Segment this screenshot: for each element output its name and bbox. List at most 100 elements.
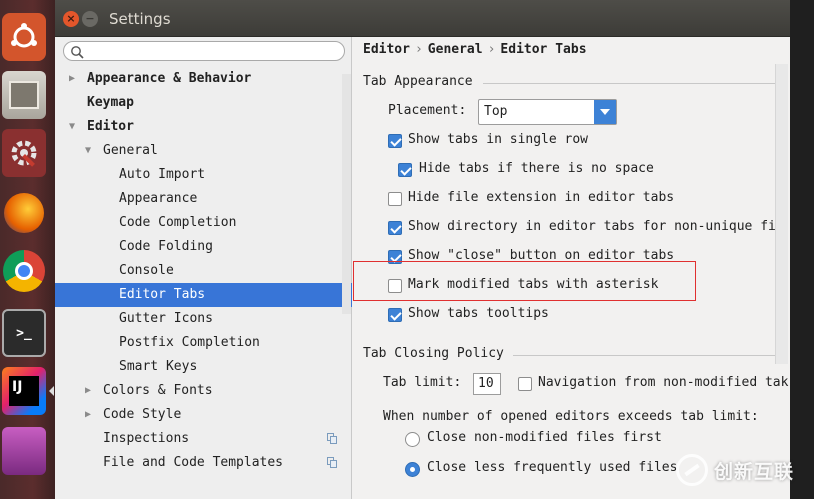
close-less-frequent-label[interactable]: Close less frequently used files (427, 460, 677, 475)
close-non-modified-label[interactable]: Close non-modified files first (427, 430, 662, 445)
tree-item-gutter-icons[interactable]: Gutter Icons (55, 307, 352, 331)
tree-item-smart-keys[interactable]: Smart Keys (55, 355, 352, 379)
tree-item-label: Inspections (103, 431, 190, 446)
expand-arrow-icon[interactable]: ▶ (69, 67, 75, 91)
search-icon (71, 46, 84, 59)
tree-item-colors-fonts[interactable]: ▶ Colors & Fonts (55, 379, 352, 403)
tree-item-code-style[interactable]: ▶ Code Style (55, 403, 352, 427)
tree-item-code-folding[interactable]: Code Folding (55, 235, 352, 259)
breadcrumb-separator: › (414, 42, 423, 57)
chevron-down-icon[interactable] (594, 100, 616, 124)
tree-item-general[interactable]: ▼ General (55, 139, 352, 163)
project-copy-icon (327, 457, 337, 468)
tab-limit-label: Tab limit: (383, 375, 462, 390)
watermark: 创新互联 (676, 452, 812, 488)
tree-item-label: Postfix Completion (119, 335, 260, 350)
hide-tabs-checkbox[interactable] (398, 163, 412, 177)
tooltips-checkbox[interactable] (388, 308, 402, 322)
tree-item-auto-import[interactable]: Auto Import (55, 163, 352, 187)
project-copy-icon (327, 433, 337, 444)
close-button[interactable]: × (63, 11, 79, 27)
system-settings-icon[interactable] (0, 126, 48, 180)
tree-item-code-completion[interactable]: Code Completion (55, 211, 352, 235)
section-divider (513, 355, 783, 356)
tree-item-label: General (103, 143, 158, 158)
search-input[interactable] (63, 41, 345, 61)
tree-item-editor-tabs[interactable]: Editor Tabs (55, 283, 352, 307)
tree-item-keymap[interactable]: Keymap (55, 91, 352, 115)
tree-scrollbar[interactable] (342, 74, 351, 314)
tree-item-label: Smart Keys (119, 359, 198, 374)
tree-item-appearance-behavior[interactable]: ▶ Appearance & Behavior (55, 67, 352, 91)
breadcrumb-item: Editor Tabs (500, 42, 587, 57)
window-title: Settings (109, 10, 171, 28)
tree-item-label: File and Code Templates (103, 455, 284, 470)
tree-item-label: Colors & Fonts (103, 383, 213, 398)
close-less-frequent-radio[interactable] (405, 462, 420, 477)
hide-extension-checkbox[interactable] (388, 192, 402, 206)
breadcrumb-item[interactable]: General (428, 42, 483, 57)
tree-item-inspections[interactable]: Inspections (55, 427, 352, 451)
tree-item-label: Gutter Icons (119, 311, 213, 326)
launcher: >_ IJ (0, 0, 55, 499)
terminal-icon[interactable]: >_ (0, 306, 48, 360)
hide-extension-label[interactable]: Hide file extension in editor tabs (408, 190, 674, 205)
tab-limit-input[interactable]: 10 (473, 373, 501, 395)
collapse-arrow-icon[interactable]: ▼ (85, 139, 91, 163)
tooltips-label[interactable]: Show tabs tooltips (408, 306, 549, 321)
tree-item-label: Appearance & Behavior (87, 71, 252, 86)
settings-tree: ▶ Appearance & Behavior Keymap ▼ Editor … (55, 37, 352, 499)
annotation-highlight-box (353, 261, 696, 301)
breadcrumb-item[interactable]: Editor (363, 42, 410, 57)
workspace-icon[interactable] (0, 424, 48, 478)
section-header: Tab Appearance (363, 74, 473, 89)
tree-item-label: Editor (87, 119, 134, 134)
settings-window: × − Settings ▶ Appearance & Behavior Key… (55, 0, 790, 499)
placement-value: Top (484, 104, 508, 119)
section-divider (483, 83, 783, 84)
navigation-label[interactable]: Navigation from non-modified tak (538, 375, 788, 390)
section-header: Tab Closing Policy (363, 346, 504, 361)
active-indicator (49, 386, 54, 396)
tree-item-label: Keymap (87, 95, 134, 110)
tree-item-label: Auto Import (119, 167, 206, 182)
watermark-text: 创新互联 (714, 460, 795, 483)
tree-item-console[interactable]: Console (55, 259, 352, 283)
minimize-button[interactable]: − (82, 11, 98, 27)
tree-item-file-code-templates[interactable]: File and Code Templates (55, 451, 352, 475)
expand-arrow-icon[interactable]: ▶ (85, 379, 91, 403)
section-tab-closing: Tab Closing Policy (363, 346, 783, 361)
close-non-modified-radio[interactable] (405, 432, 420, 447)
tree-item-label: Console (119, 263, 174, 278)
tree-item-postfix-completion[interactable]: Postfix Completion (55, 331, 352, 355)
hide-tabs-label[interactable]: Hide tabs if there is no space (419, 161, 654, 176)
chrome-icon[interactable] (0, 244, 48, 298)
tree-item-label: Code Completion (119, 215, 237, 230)
tree-item-label: Editor Tabs (119, 287, 206, 302)
watermark-logo-icon (676, 454, 708, 486)
firefox-icon[interactable] (0, 186, 48, 240)
exceeds-limit-label: When number of opened editors exceeds ta… (383, 409, 759, 424)
content-scrollbar[interactable] (775, 64, 788, 364)
collapse-arrow-icon[interactable]: ▼ (69, 115, 75, 139)
tree-item-label: Appearance (119, 191, 198, 206)
files-icon[interactable] (0, 68, 48, 122)
navigation-checkbox[interactable] (518, 377, 532, 391)
show-directory-label[interactable]: Show directory in editor tabs for non-un… (408, 219, 784, 234)
breadcrumb: Editor › General › Editor Tabs (363, 42, 587, 57)
title-bar: × − Settings (55, 0, 790, 37)
tree-item-editor[interactable]: ▼ Editor (55, 115, 352, 139)
expand-arrow-icon[interactable]: ▶ (85, 403, 91, 427)
tree-item-label: Code Folding (119, 239, 213, 254)
show-directory-checkbox[interactable] (388, 221, 402, 235)
single-row-label[interactable]: Show tabs in single row (408, 132, 588, 147)
intellij-idea-icon[interactable]: IJ (0, 364, 48, 418)
tab-limit-value: 10 (478, 376, 494, 391)
tree-item-label: Code Style (103, 407, 182, 422)
placement-label: Placement: (388, 103, 467, 118)
ubuntu-dash-icon[interactable] (0, 10, 48, 64)
desktop-edge (790, 0, 814, 499)
placement-select[interactable]: Top (478, 99, 617, 125)
single-row-checkbox[interactable] (388, 134, 402, 148)
tree-item-appearance[interactable]: Appearance (55, 187, 352, 211)
